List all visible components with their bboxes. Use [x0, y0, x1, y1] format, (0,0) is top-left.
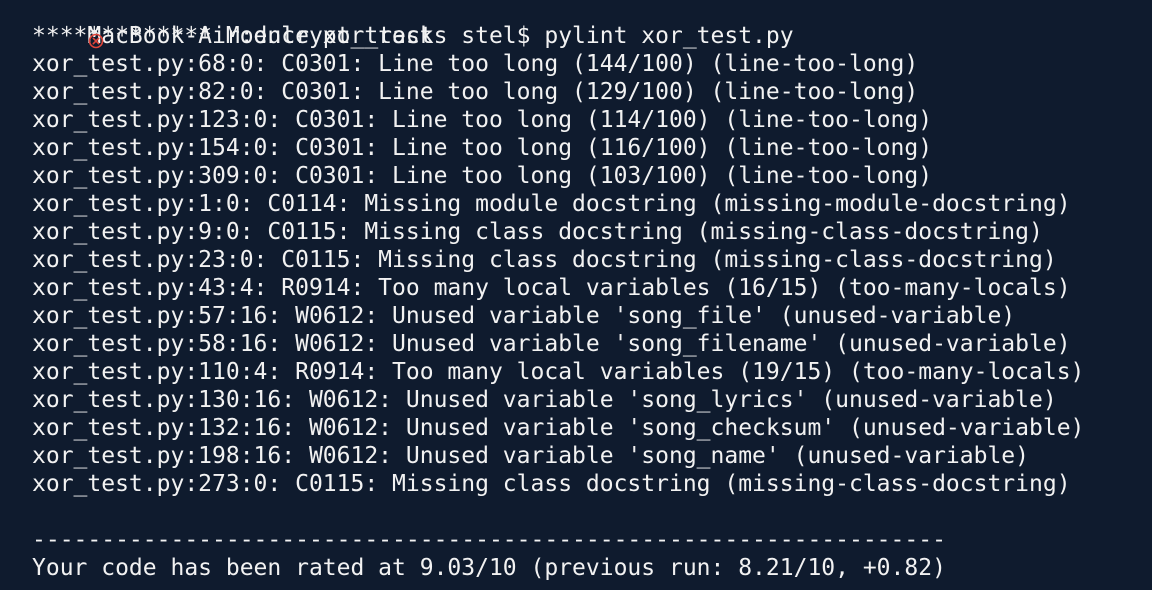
rating-line: Your code has been rated at 9.03/10 (pre…	[32, 555, 946, 581]
lint-message: xor_test.py:198:16: W0612: Unused variab…	[32, 443, 1029, 469]
error-circle-icon	[5, 0, 104, 49]
prompt-line: MacBook-Air:encrypt_tracks stel$ pylint …	[32, 0, 1152, 49]
lint-message: xor_test.py:273:0: C0115: Missing class …	[32, 471, 1071, 497]
lint-message: xor_test.py:154:0: C0301: Line too long …	[32, 135, 933, 161]
lint-message: xor_test.py:23:0: C0115: Missing class d…	[32, 247, 1057, 273]
lint-message: xor_test.py:130:16: W0612: Unused variab…	[32, 387, 1057, 413]
lint-message: xor_test.py:82:0: C0301: Line too long (…	[32, 79, 919, 105]
lint-message: xor_test.py:58:16: W0612: Unused variabl…	[32, 331, 1071, 357]
lint-message: xor_test.py:68:0: C0301: Line too long (…	[32, 51, 919, 77]
lint-message: xor_test.py:123:0: C0301: Line too long …	[32, 107, 933, 133]
lint-message: xor_test.py:1:0: C0114: Missing module d…	[32, 191, 1071, 217]
lint-message: xor_test.py:43:4: R0914: Too many local …	[32, 275, 1071, 301]
lint-message: xor_test.py:57:16: W0612: Unused variabl…	[32, 303, 1016, 329]
lint-message: xor_test.py:309:0: C0301: Line too long …	[32, 163, 933, 189]
separator-line: ----------------------------------------…	[32, 527, 946, 553]
lint-message: xor_test.py:110:4: R0914: Too many local…	[32, 359, 1085, 385]
prompt-command: MacBook-Air:encrypt_tracks stel$ pylint …	[87, 23, 794, 49]
lint-message: xor_test.py:132:16: W0612: Unused variab…	[32, 415, 1085, 441]
lint-message: xor_test.py:9:0: C0115: Missing class do…	[32, 219, 1043, 245]
terminal-window[interactable]: MacBook-Air:encrypt_tracks stel$ pylint …	[0, 0, 1152, 590]
